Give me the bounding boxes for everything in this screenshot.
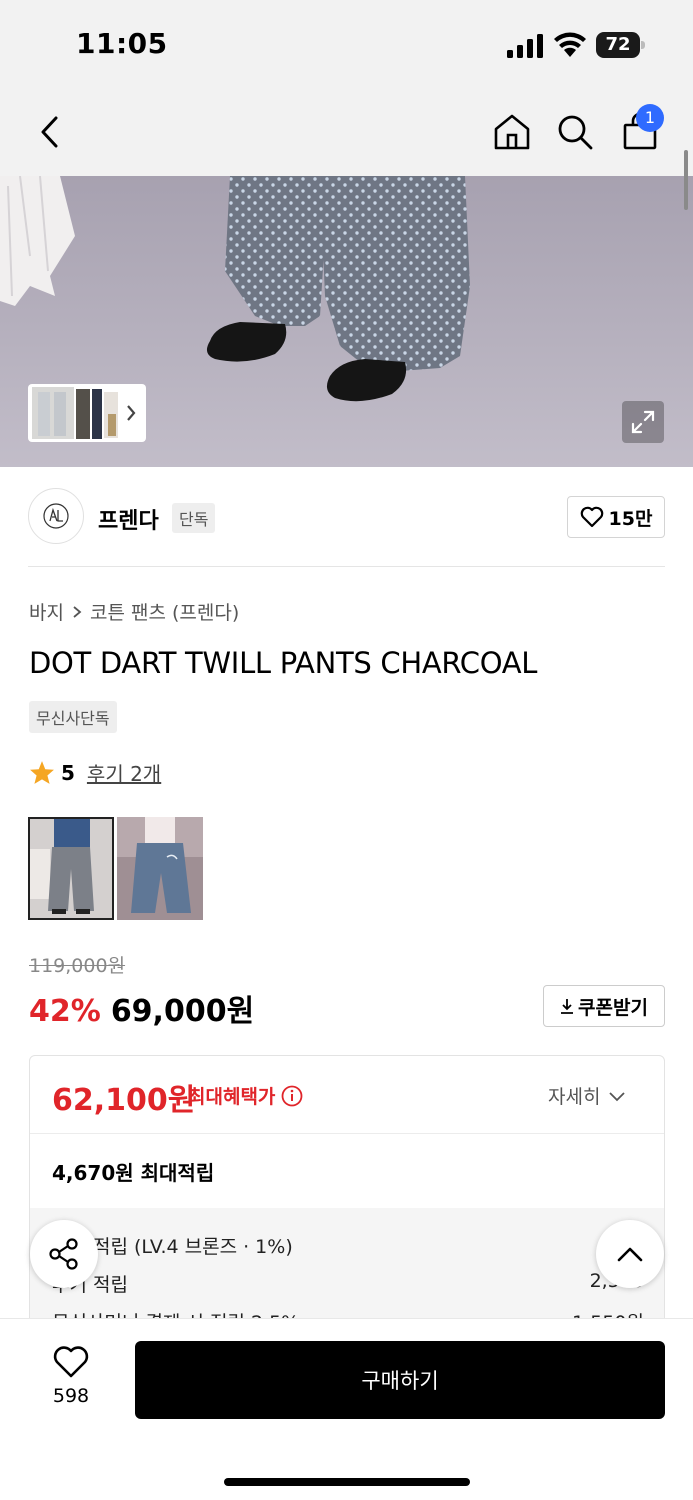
chevron-up-icon (617, 1247, 643, 1262)
coupon-label: 쿠폰받기 (578, 996, 648, 1019)
breadcrumb: 바지 코튼 팬츠 (프렌다) (29, 598, 239, 625)
brand-logo[interactable] (28, 488, 84, 544)
thumbnail-images (32, 387, 136, 439)
top-nav (0, 88, 693, 176)
max-benefit-price: 62,100원 (52, 1083, 196, 1118)
chevron-right-icon (73, 605, 82, 618)
home-icon (494, 114, 530, 150)
benefit-box: 62,100원 최대혜택가 자세히 4,670원 최대적립 등급 적립 (LV.… (29, 1055, 665, 1325)
breadcrumb-subcategory[interactable]: 코튼 팬츠 (프렌다) (90, 598, 239, 625)
back-button[interactable] (28, 110, 72, 154)
heart-outline-icon (580, 506, 603, 528)
scroll-indicator (684, 150, 688, 210)
rating-score: 5 (61, 760, 75, 785)
home-button[interactable] (490, 110, 534, 154)
max-benefit-row: 62,100원 최대혜택가 자세히 (30, 1056, 664, 1134)
expand-image-button[interactable] (622, 401, 664, 443)
max-points-summary: 4,670원 최대적립 (52, 1161, 215, 1185)
brand-like-button[interactable]: 15만 (567, 496, 665, 538)
product-title: DOT DART TWILL PANTS CHARCOAL (29, 646, 538, 680)
review-photo-2[interactable] (117, 817, 203, 920)
brand-logo-mark (43, 503, 69, 529)
search-icon (558, 115, 593, 150)
wifi-icon (554, 32, 586, 57)
bottom-action-bar: 598 구매하기 (0, 1318, 693, 1500)
search-button[interactable] (553, 110, 597, 154)
share-icon (49, 1238, 78, 1270)
chevron-left-icon (41, 116, 58, 148)
coupon-download-button[interactable]: 쿠폰받기 (543, 985, 665, 1027)
original-price: 119,000원 (29, 955, 126, 977)
cellular-signal-icon (507, 34, 543, 58)
wishlist-count: 598 (52, 1385, 90, 1407)
status-time: 11:05 (76, 27, 168, 60)
expand-icon (631, 410, 655, 434)
review-photo-image (117, 817, 203, 920)
divider (28, 566, 665, 567)
star-icon (30, 761, 54, 784)
sale-price: 69,000원 (110, 994, 255, 1029)
points-breakdown: 등급 적립 (LV.4 브론즈 · 1%) 6 후기 적립 2,500 무신사머… (30, 1208, 664, 1324)
brand-like-count: 15만 (608, 507, 653, 530)
breadcrumb-category[interactable]: 바지 (29, 598, 64, 625)
brand-name[interactable]: 프렌다 (98, 503, 159, 535)
musinsa-exclusive-tag: 무신사단독 (29, 701, 117, 733)
cart-count-badge: 1 (636, 104, 664, 132)
max-benefit-label-row[interactable]: 최대혜택가 (188, 1082, 303, 1109)
buy-button[interactable]: 구매하기 (135, 1341, 665, 1419)
max-benefit-label: 최대혜택가 (188, 1086, 276, 1108)
chevron-down-icon (609, 1091, 626, 1101)
home-indicator (224, 1478, 470, 1486)
brand-exclusive-tag: 단독 (172, 503, 216, 533)
benefit-detail-label: 자세히 (548, 1086, 601, 1108)
points-item: 후기 적립 2,500 (52, 1270, 644, 1297)
benefit-detail-toggle[interactable]: 자세히 (548, 1082, 626, 1109)
review-photo-image (30, 819, 112, 918)
review-count-link[interactable]: 후기 2개 (87, 758, 161, 787)
info-icon (282, 1085, 303, 1106)
status-bar: 11:05 72 (0, 0, 693, 88)
image-thumbnail-strip[interactable] (28, 384, 146, 442)
scroll-to-top-button[interactable] (596, 1220, 664, 1288)
points-item: 등급 적립 (LV.4 브론즈 · 1%) 6 (52, 1232, 644, 1259)
wishlist-button[interactable]: 598 (40, 1345, 102, 1407)
download-icon (561, 999, 574, 1014)
brand-row: 프렌다 단독 15만 (28, 488, 665, 546)
heart-outline-icon (53, 1346, 89, 1378)
review-photo-1[interactable] (28, 817, 114, 920)
battery-level: 72 (596, 32, 640, 58)
price-row: 42% 69,000원 (29, 986, 254, 1030)
share-button[interactable] (30, 1220, 98, 1288)
battery-icon: 72 (596, 32, 646, 58)
discount-rate: 42% (29, 994, 101, 1029)
rating-row[interactable]: 5 후기 2개 (29, 758, 161, 787)
